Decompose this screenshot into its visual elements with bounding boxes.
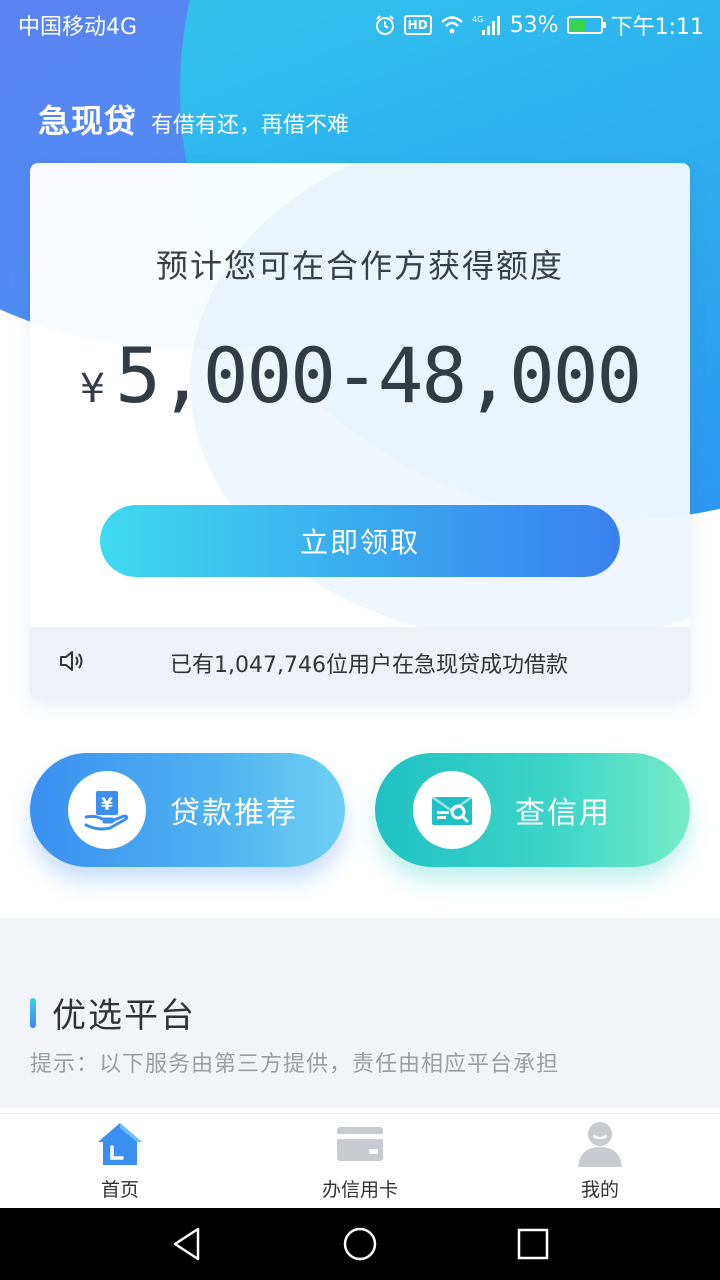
credit-card-icon [335, 1117, 385, 1171]
check-credit-button[interactable]: 查信用 [375, 753, 690, 867]
section-hint: 提示：以下服务由第三方提供，责任由相应平台承担 [30, 1052, 560, 1077]
notice-bar: 已有1,047,746位用户在急现贷成功借款 [30, 627, 690, 699]
app-slogan: 有借有还，再借不难 [151, 113, 350, 138]
claim-button[interactable]: 立即领取 [100, 505, 620, 577]
section-title: 优选平台 [52, 996, 196, 1036]
app-header: 急现贷 有借有还，再借不难 [38, 96, 349, 142]
alarm-icon [374, 14, 396, 36]
nav-item-credit-card[interactable]: 办信用卡 [240, 1114, 480, 1208]
quota-card: 预计您可在合作方获得额度 ¥ 5,000-48,000 立即领取 已有1,047… [30, 163, 690, 699]
notice-text: 已有1,047,746位用户在急现贷成功借款 [170, 653, 568, 678]
clock: 下午1:11 [610, 15, 704, 40]
home-icon [95, 1117, 145, 1171]
nav-label-home: 首页 [100, 1179, 139, 1201]
nav-label-credit-card: 办信用卡 [321, 1179, 398, 1201]
battery-percent: 53% [509, 12, 559, 38]
quota-amount: ¥ 5,000-48,000 [30, 331, 690, 420]
loan-hand-icon: ¥ [68, 771, 146, 849]
svg-text:¥: ¥ [101, 795, 113, 815]
section-accent-bar [30, 997, 36, 1028]
status-icons: HD 4G 53% 下午1:11 [374, 9, 704, 41]
loan-recommend-button[interactable]: ¥ 贷款推荐 [30, 753, 345, 867]
wifi-icon [440, 15, 464, 35]
system-navigation-bar [0, 1208, 720, 1280]
home-circle-icon[interactable] [330, 1214, 390, 1274]
nav-label-profile: 我的 [580, 1179, 619, 1201]
network-badge: 4G [472, 15, 483, 24]
section-header: 优选平台 [30, 988, 196, 1037]
back-icon[interactable] [157, 1214, 217, 1274]
featured-platforms-section: 优选平台 提示：以下服务由第三方提供，责任由相应平台承担 [0, 918, 720, 1108]
nav-item-profile[interactable]: 我的 [480, 1114, 720, 1208]
app-title: 急现贷 [38, 102, 138, 140]
credit-report-icon [413, 771, 491, 849]
profile-icon [575, 1117, 625, 1171]
hd-icon: HD [403, 15, 432, 35]
loan-recommend-label: 贷款推荐 [170, 796, 298, 831]
speaker-icon [58, 648, 88, 678]
battery-fill [569, 19, 586, 31]
nav-item-home[interactable]: 首页 [0, 1114, 240, 1208]
signal-icon: 4G [472, 14, 502, 36]
check-credit-label: 查信用 [515, 796, 611, 831]
quota-range: 5,000-48,000 [115, 331, 642, 420]
battery-icon [566, 16, 606, 34]
bottom-nav: 首页 办信用卡 我的 [0, 1113, 720, 1208]
currency-symbol: ¥ [79, 366, 106, 412]
carrier-label: 中国移动4G [18, 15, 138, 40]
quota-title: 预计您可在合作方获得额度 [155, 247, 564, 285]
status-bar: 中国移动4G HD 4G 53% 下午1:11 [0, 0, 720, 50]
recent-apps-icon[interactable] [503, 1214, 563, 1274]
